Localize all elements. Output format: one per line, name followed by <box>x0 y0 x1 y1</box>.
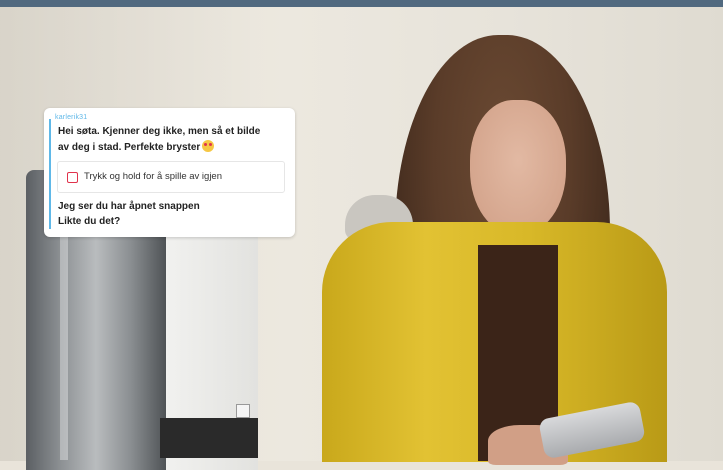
top-bar <box>0 0 723 7</box>
chat-message-2: Jeg ser du har åpnet snappen Likte du de… <box>58 199 288 229</box>
chat-message2-line2: Likte du det? <box>58 216 121 227</box>
chat-message2-line1: Jeg ser du har åpnet snappen <box>58 201 200 212</box>
chat-message-line2-wrap: av deg i stad. Perfekte bryster <box>58 140 288 156</box>
chat-accent-bar <box>49 119 51 229</box>
girl-face <box>470 100 566 235</box>
chat-message-line1: Hei søta. Kjenner deg ikke, men så et bi… <box>58 126 261 137</box>
dispenser-base <box>160 418 258 458</box>
replay-label: Trykk og hold for å spille av igjen <box>84 171 222 182</box>
chat-username: karlerik31 <box>55 114 88 121</box>
dispenser-button <box>236 404 250 418</box>
chat-message-line2: av deg i stad. Perfekte bryster <box>58 142 201 153</box>
snap-square-icon <box>67 172 78 183</box>
replay-snap-button[interactable]: Trykk og hold for å spille av igjen <box>57 161 285 193</box>
heart-eyes-emoji-icon <box>202 140 215 152</box>
chat-message: Hei søta. Kjenner deg ikke, men så et bi… <box>58 124 288 156</box>
